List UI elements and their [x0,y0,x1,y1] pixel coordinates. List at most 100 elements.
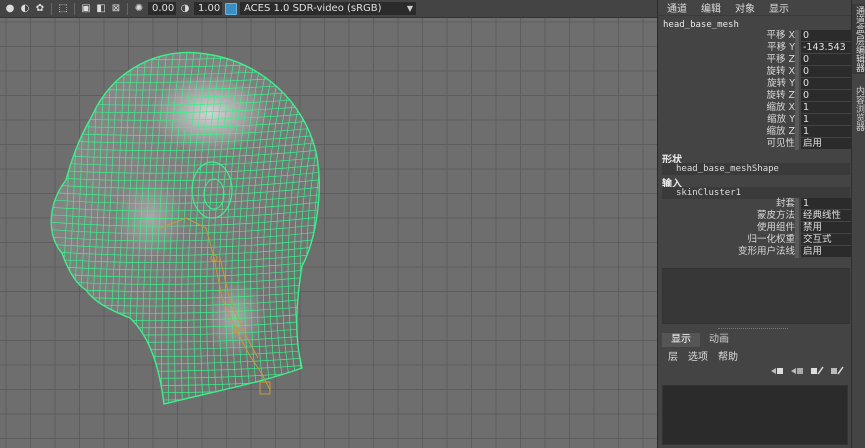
grid-toggle-icon[interactable]: ⊠ [110,3,122,15]
attr-label[interactable]: 蒙皮方法 [757,210,795,222]
layer-list[interactable] [662,385,848,445]
attr-row-scale-z[interactable]: 缩放 Z 1 [658,126,852,138]
channel-box-panel: 通道 编辑 对象 显示 head_base_mesh 平移 X 0 平移 Y -14… [657,0,851,448]
attr-label[interactable]: 旋转 X [766,66,795,78]
move-layer-down-icon[interactable] [830,366,844,376]
lighting-icon[interactable]: ✿ [34,3,46,15]
attr-row-use-components[interactable]: 使用组件 禁用 [658,222,852,234]
new-layer-icon[interactable] [770,366,784,376]
exposure-icon[interactable]: ✺ [133,3,145,15]
wire-line [51,52,320,53]
viewport-canvas[interactable] [0,18,657,448]
attr-row-normalize-weights[interactable]: 归一化权重 交互式 [658,234,852,246]
head-mesh [30,37,340,405]
attr-row-scale-x[interactable]: 缩放 X 1 [658,102,852,114]
tab-content-browser[interactable]: 内容浏览器 [852,78,865,138]
object-name[interactable]: head_base_mesh [663,20,739,30]
menu-layers[interactable]: 层 [668,348,678,363]
move-layer-up-icon[interactable] [810,366,824,376]
menu-edit[interactable]: 编辑 [701,0,721,15]
attr-key-marker [795,126,799,138]
attr-row-skinning-method[interactable]: 蒙皮方法 经典线性 [658,210,852,222]
attr-row-visibility[interactable]: 可见性 启用 [658,138,852,150]
attr-label[interactable]: 变形用户法线 [738,246,795,258]
attr-row-scale-y[interactable]: 缩放 Y 1 [658,114,852,126]
attr-value-field[interactable]: 禁用 [801,222,851,233]
attr-row-rotate-x[interactable]: 旋转 X 0 [658,66,852,78]
new-layer-selected-icon[interactable] [790,366,804,376]
attr-key-marker [795,66,799,78]
menu-show[interactable]: 显示 [769,0,789,15]
chevron-down-icon: ▼ [406,4,413,13]
colorspace-icon[interactable] [225,2,237,15]
attr-key-marker [795,102,799,114]
isolate-icon[interactable]: ▣ [80,3,92,15]
attr-label[interactable]: 使用组件 [757,222,795,234]
xray-icon[interactable]: ◧ [95,3,107,15]
viewport-panel[interactable]: ● ◐ ✿ ⬚ ▣ ◧ ⊠ ✺ 0.00 ◑ 1.00 ACES 1.0 SDR… [0,0,657,448]
attr-label[interactable]: 旋转 Y [767,78,795,90]
attr-value-field[interactable]: 0 [801,78,851,89]
menu-options[interactable]: 选项 [688,348,708,363]
attr-value-field[interactable]: 交互式 [801,234,851,245]
tab-channel-box-layer-editor[interactable]: 通道盒/层编辑器 [852,4,865,74]
tab-animation[interactable]: 动画 [700,333,738,347]
attr-value-field[interactable]: 0 [801,66,851,77]
attr-label[interactable]: 平移 Y [767,42,795,54]
menu-help[interactable]: 帮助 [718,348,738,363]
gamma-icon[interactable]: ◑ [179,3,191,15]
attr-value-field[interactable]: 启用 [801,246,851,257]
attr-label[interactable]: 缩放 Z [766,126,795,138]
shading-icon[interactable]: ● [4,3,16,15]
attr-value-field[interactable]: 启用 [801,138,851,149]
select-box-icon[interactable]: ⬚ [57,3,69,15]
attr-row-rotate-z[interactable]: 旋转 Z 0 [658,90,852,102]
attr-key-marker [795,54,799,66]
colorspace-label: ACES 1.0 SDR-video (sRGB) [244,3,382,14]
attr-row-deform-normals[interactable]: 变形用户法线 启用 [658,246,852,258]
attr-label[interactable]: 缩放 X [766,102,795,114]
layer-editor: 显示 动画 层 选项 帮助 [662,333,850,445]
wire-line [30,37,340,45]
menu-channels[interactable]: 通道 [667,0,687,15]
attr-label[interactable]: 平移 Z [766,54,795,66]
attr-value-field[interactable]: 0 [801,90,851,101]
attr-label[interactable]: 可见性 [766,138,795,150]
attr-row-envelope[interactable]: 封套 1 [658,198,852,210]
attr-value-field[interactable]: 1 [801,198,851,209]
attr-key-marker [795,222,799,234]
channel-box-empty-area [662,268,850,324]
attr-value-field[interactable]: 0 [801,54,851,65]
wireframe-icon[interactable]: ◐ [19,3,31,15]
panel-splitter-handle[interactable] [658,326,852,332]
attr-row-translate-y[interactable]: 平移 Y -143.543 [658,42,852,54]
attr-label[interactable]: 归一化权重 [747,234,795,246]
exposure-field[interactable]: 0.00 [148,2,176,15]
attr-value-field[interactable]: 1 [801,102,851,113]
attr-row-translate-x[interactable]: 平移 X 0 [658,30,852,42]
attr-label[interactable]: 旋转 Z [766,90,795,102]
attr-label[interactable]: 缩放 Y [767,114,795,126]
attr-value-field[interactable]: 0 [801,30,851,41]
gamma-field[interactable]: 1.00 [194,2,222,15]
attr-key-marker [795,90,799,102]
shape-node[interactable]: head_base_meshShape [662,163,850,175]
toolbar-separator [74,2,75,15]
attr-key-marker [795,42,799,54]
tab-display[interactable]: 显示 [662,333,700,347]
attr-label[interactable]: 平移 X [766,30,795,42]
attr-key-marker [795,198,799,210]
menu-object[interactable]: 对象 [735,0,755,15]
attr-label[interactable]: 封套 [776,198,795,210]
attr-row-rotate-y[interactable]: 旋转 Y 0 [658,78,852,90]
attr-value-field[interactable]: 经典线性 [801,210,851,221]
attr-row-translate-z[interactable]: 平移 Z 0 [658,54,852,66]
toolbar-separator [127,2,128,15]
attr-value-field[interactable]: 1 [801,114,851,125]
attr-value-field[interactable]: -143.543 [801,42,851,53]
attr-key-marker [795,138,799,150]
viewport-toolbar: ● ◐ ✿ ⬚ ▣ ◧ ⊠ ✺ 0.00 ◑ 1.00 ACES 1.0 SDR… [0,0,657,18]
colorspace-dropdown[interactable]: ACES 1.0 SDR-video (sRGB) ▼ [240,2,416,15]
layer-toolbar [662,363,850,379]
attr-value-field[interactable]: 1 [801,126,851,137]
